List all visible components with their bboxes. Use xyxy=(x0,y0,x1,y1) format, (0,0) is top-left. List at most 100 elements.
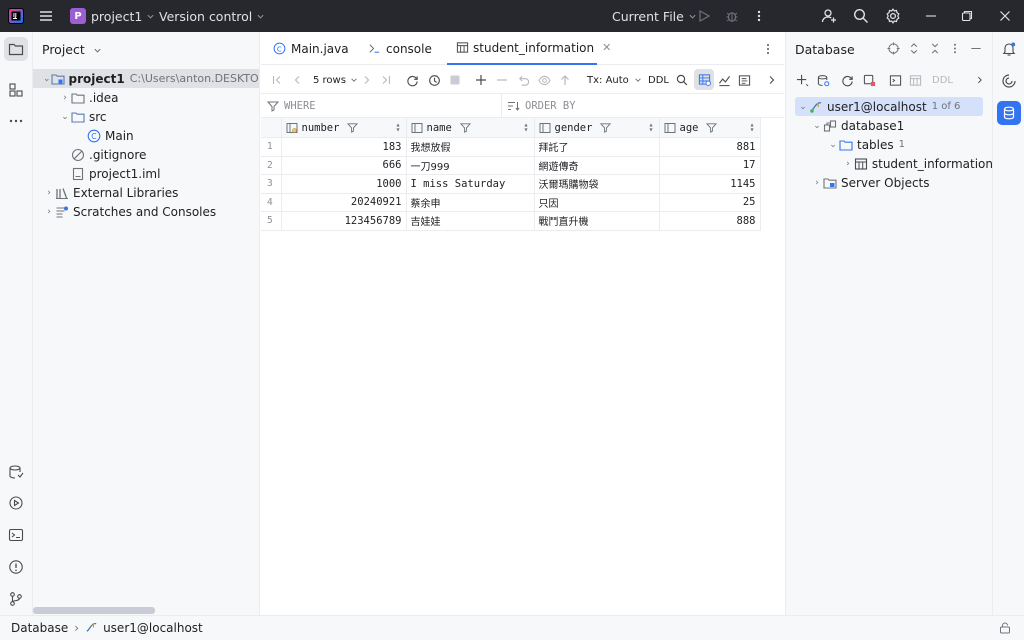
sort-arrows-icon[interactable]: ▴ ▾ xyxy=(750,121,755,134)
first-page-icon[interactable] xyxy=(271,72,283,88)
tree-item-idea[interactable]: › .idea xyxy=(33,88,259,107)
table-row[interactable]: 5 123456789 吉娃娃 戰鬥直升機 888 xyxy=(261,211,761,231)
cell-gender[interactable]: 拜託了 xyxy=(534,137,660,157)
collapse-all-icon[interactable] xyxy=(929,42,941,55)
chevron-down-icon[interactable]: ⌄ xyxy=(811,121,823,131)
panel-options-icon[interactable] xyxy=(951,42,959,55)
jump-to-console-icon[interactable] xyxy=(889,72,902,88)
stop-icon[interactable] xyxy=(449,72,461,88)
chevron-right-icon[interactable]: › xyxy=(43,188,55,198)
tree-item-main[interactable]: C Main xyxy=(33,126,259,145)
history-icon[interactable] xyxy=(428,72,441,88)
table-row[interactable]: 4 20240921 蔡余申 只因 25 xyxy=(261,193,761,212)
cell-age[interactable]: 881 xyxy=(659,137,761,157)
ddl-button[interactable]: DDL xyxy=(648,72,669,88)
close-tab-icon[interactable]: ✕ xyxy=(602,41,611,54)
last-page-icon[interactable] xyxy=(380,72,392,88)
run-tool-icon[interactable] xyxy=(4,491,28,515)
breadcrumb-database[interactable]: Database xyxy=(11,621,68,635)
cell-age[interactable]: 888 xyxy=(659,211,761,231)
cell-gender[interactable]: 沃爾瑪購物袋 xyxy=(534,174,660,194)
run-icon[interactable] xyxy=(697,0,711,32)
cell-number[interactable]: 20240921 xyxy=(281,193,407,212)
structure-tool-icon[interactable] xyxy=(4,78,28,102)
preview-changes-icon[interactable] xyxy=(538,72,551,88)
transaction-mode-selector[interactable]: Tx: Auto xyxy=(587,72,642,88)
add-row-icon[interactable] xyxy=(475,72,487,88)
search-icon[interactable] xyxy=(853,0,869,32)
terminal-icon[interactable] xyxy=(4,523,28,547)
cell-number[interactable]: 123456789 xyxy=(281,211,407,231)
disconnect-icon[interactable] xyxy=(863,72,876,88)
tree-item-student-information[interactable]: › student_information xyxy=(786,154,993,173)
chevron-down-icon[interactable]: ⌄ xyxy=(59,112,71,122)
sort-arrows-icon[interactable]: ▴ ▾ xyxy=(649,121,654,134)
database-tool-icon[interactable] xyxy=(997,101,1021,125)
delete-row-icon[interactable] xyxy=(496,72,508,88)
more-actions-icon[interactable] xyxy=(754,0,764,32)
restore-window-icon[interactable] xyxy=(961,0,973,32)
tree-item-scratches[interactable]: › Scratches and Consoles xyxy=(33,202,259,221)
reload-icon[interactable] xyxy=(406,72,419,88)
tree-item-project1[interactable]: ⌄ project1 C:\Users\anton.DESKTOP-IF7 xyxy=(33,69,259,88)
more-tools-icon[interactable] xyxy=(4,109,28,133)
chevron-right-icon[interactable]: › xyxy=(811,178,823,188)
ai-assistant-icon[interactable] xyxy=(997,69,1021,93)
chevron-right-icon[interactable]: › xyxy=(43,207,55,217)
cell-gender[interactable]: 網遊傳奇 xyxy=(534,156,660,175)
chevron-down-icon[interactable]: ⌄ xyxy=(827,140,839,150)
expand-all-icon[interactable] xyxy=(908,42,920,55)
cell-age[interactable]: 25 xyxy=(659,193,761,212)
cell-gender[interactable]: 只因 xyxy=(534,193,660,212)
project-switcher[interactable]: P project1 xyxy=(70,0,155,32)
minimize-icon[interactable] xyxy=(925,0,937,32)
cell-number[interactable]: 666 xyxy=(281,156,407,175)
where-filter-input[interactable]: WHERE xyxy=(267,98,501,114)
datasource-properties-icon[interactable] xyxy=(817,72,830,88)
breadcrumb-datasource[interactable]: user1@localhost xyxy=(103,621,203,635)
project-tool-icon[interactable] xyxy=(4,37,28,61)
column-header-name[interactable]: name ▴ ▾ xyxy=(406,118,535,138)
submit-icon[interactable] xyxy=(559,72,571,88)
cell-age[interactable]: 17 xyxy=(659,156,761,175)
table-row[interactable]: 3 1000 I miss Saturday 沃爾瑪購物袋 1145 xyxy=(261,174,761,194)
column-header-number[interactable]: number ▴ ▾ xyxy=(281,118,407,138)
tree-item-gitignore[interactable]: .gitignore xyxy=(33,145,259,164)
find-icon[interactable] xyxy=(676,72,688,88)
project-panel-header[interactable]: Project xyxy=(42,42,102,57)
toolbar-overflow-icon[interactable] xyxy=(766,72,778,88)
table-row[interactable]: 1 183 我想放假 拜託了 881 xyxy=(261,137,761,157)
settings-gear-icon[interactable] xyxy=(885,0,901,32)
cell-name[interactable]: I miss Saturday xyxy=(406,174,535,194)
tab-actions-icon[interactable] xyxy=(763,42,773,56)
debug-icon[interactable] xyxy=(725,0,739,32)
cell-gender[interactable]: 戰鬥直升機 xyxy=(534,211,660,231)
chevron-down-icon[interactable]: ⌄ xyxy=(43,74,51,84)
run-config-selector[interactable]: Current File xyxy=(612,0,697,32)
toolbar-overflow-icon[interactable] xyxy=(975,72,985,88)
sort-arrows-icon[interactable]: ▴ ▾ xyxy=(396,121,401,134)
add-datasource-icon[interactable] xyxy=(796,72,809,88)
tree-item-user1-localhost[interactable]: ⌄ user1@localhost 1 of 6 xyxy=(795,97,983,116)
chevron-down-icon[interactable]: ⌄ xyxy=(797,102,809,112)
column-filter-icon[interactable] xyxy=(706,122,718,133)
column-filter-icon[interactable] xyxy=(600,122,612,133)
services-icon[interactable] xyxy=(4,460,28,484)
page-size-selector[interactable]: 5 rows xyxy=(313,72,358,88)
column-filter-icon[interactable] xyxy=(459,122,471,133)
view-mode-grid-icon[interactable] xyxy=(694,69,714,90)
cell-number[interactable]: 183 xyxy=(281,137,407,157)
notifications-bell-icon[interactable] xyxy=(997,37,1021,61)
tree-item-tables[interactable]: ⌄ tables 1 xyxy=(786,135,993,154)
previous-page-icon[interactable] xyxy=(291,72,303,88)
cell-name[interactable]: 吉娃娃 xyxy=(406,211,535,231)
chart-view-icon[interactable] xyxy=(718,72,731,88)
column-header-age[interactable]: age ▴ ▾ xyxy=(659,118,761,138)
chevron-right-icon[interactable]: › xyxy=(59,93,71,103)
main-menu-icon[interactable] xyxy=(38,0,54,32)
column-filter-icon[interactable] xyxy=(347,122,359,133)
record-view-icon[interactable] xyxy=(738,72,751,88)
table-view-icon[interactable] xyxy=(909,72,922,88)
chevron-right-icon[interactable]: › xyxy=(842,159,854,169)
tab-main-java[interactable]: C Main.java xyxy=(271,32,351,65)
